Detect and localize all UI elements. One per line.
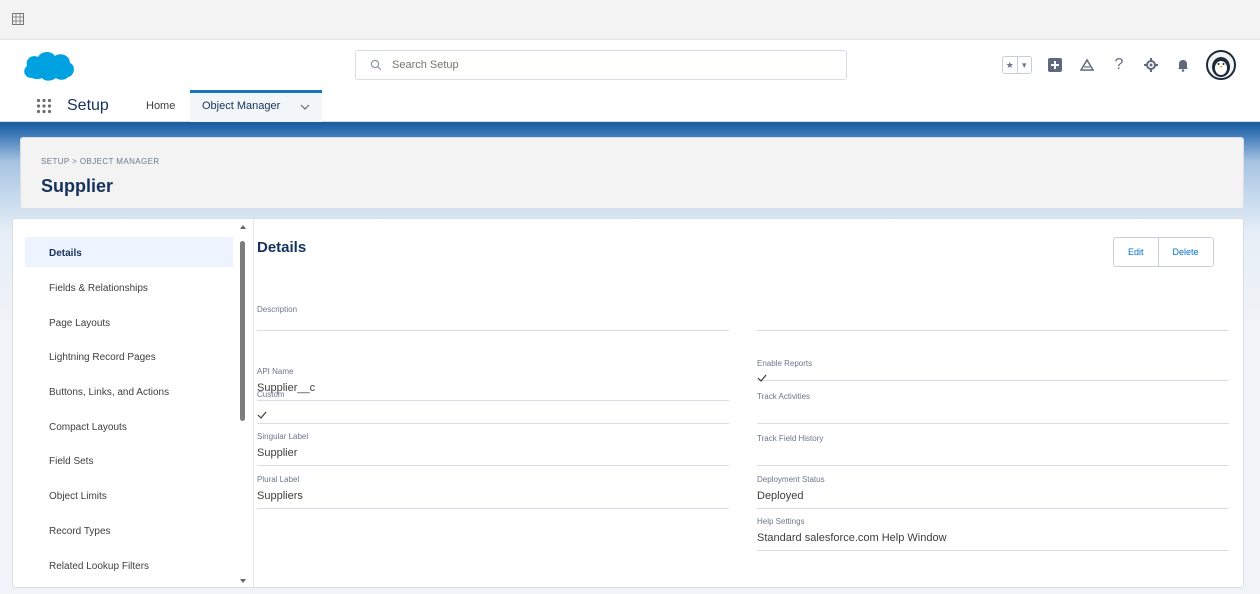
sidebar-item-related-lookup-filters[interactable]: Related Lookup Filters xyxy=(25,550,233,580)
search-input[interactable] xyxy=(392,56,832,74)
tab-home[interactable]: Home xyxy=(146,100,175,112)
avatar[interactable] xyxy=(1206,50,1236,80)
search-box[interactable] xyxy=(355,50,847,80)
field-description-right xyxy=(757,293,1229,331)
field-label: Deployment Status xyxy=(757,475,825,484)
checkmark-icon xyxy=(757,374,767,382)
global-actions-icon[interactable] xyxy=(1046,56,1064,74)
details-title: Details xyxy=(257,239,307,256)
sidebar-item-fields-relationships[interactable]: Fields & Relationships xyxy=(25,272,233,302)
star-icon[interactable]: ★ xyxy=(1003,57,1017,73)
edit-button[interactable]: Edit xyxy=(1114,238,1158,266)
page-header: SETUP > OBJECT MANAGER Supplier xyxy=(20,137,1244,209)
field-label: Plural Label xyxy=(257,475,300,484)
field-label: Track Activities xyxy=(757,392,811,401)
field-label: Enable Reports xyxy=(757,359,813,368)
field-value: Standard salesforce.com Help Window xyxy=(757,532,947,544)
field-label: Description xyxy=(257,305,298,314)
window-grid-icon[interactable] xyxy=(12,13,24,25)
chevron-down-icon[interactable] xyxy=(300,103,310,111)
sidebar-item-object-limits[interactable]: Object Limits xyxy=(25,480,233,510)
breadcrumb[interactable]: SETUP > OBJECT MANAGER xyxy=(41,157,160,166)
sidebar-scrollbar[interactable] xyxy=(239,225,247,585)
global-header: ★ ▾ ? xyxy=(0,40,1260,90)
scroll-up-icon[interactable] xyxy=(240,225,246,229)
scroll-down-icon[interactable] xyxy=(240,579,246,583)
field-value: Deployed xyxy=(757,490,804,502)
window-strip xyxy=(0,0,1260,40)
field-plural-label: Plural Label Suppliers xyxy=(257,471,729,509)
scrollbar-thumb[interactable] xyxy=(240,241,245,421)
salesforce-cloud-logo[interactable] xyxy=(20,48,76,84)
field-custom: Custom xyxy=(257,386,729,424)
delete-button[interactable]: Delete xyxy=(1157,238,1213,266)
field-value: Supplier xyxy=(257,447,298,459)
tab-object-manager[interactable]: Object Manager xyxy=(190,90,322,122)
field-label: Track Field History xyxy=(757,434,824,443)
favorites-button-group[interactable]: ★ ▾ xyxy=(1002,56,1032,74)
gear-icon[interactable] xyxy=(1142,56,1160,74)
field-track-field-history: Track Field History xyxy=(757,428,1229,466)
field-deployment-status: Deployment Status Deployed xyxy=(757,471,1229,509)
sidebar-item-field-sets[interactable]: Field Sets xyxy=(25,445,233,475)
sidebar-divider xyxy=(253,219,254,587)
sidebar-item-lightning-record-pages[interactable]: Lightning Record Pages xyxy=(25,341,233,371)
field-enable-reports: Enable Reports xyxy=(757,343,1229,382)
sidebar-item-buttons-links-actions[interactable]: Buttons, Links, and Actions xyxy=(25,376,233,406)
field-singular-label: Singular Label Supplier xyxy=(257,428,729,466)
tab-object-manager-label: Object Manager xyxy=(202,100,281,112)
context-nav: Setup Home Object Manager xyxy=(0,90,1260,122)
field-label: Help Settings xyxy=(757,517,805,526)
field-track-activities: Track Activities xyxy=(757,386,1229,424)
sidebar-item-compact-layouts[interactable]: Compact Layouts xyxy=(25,411,233,441)
help-icon[interactable]: ? xyxy=(1110,56,1128,74)
field-description: Description xyxy=(257,293,729,331)
page-title: Supplier xyxy=(41,176,114,196)
field-label: API Name xyxy=(257,367,294,376)
field-help-settings: Help Settings Standard salesforce.com He… xyxy=(757,513,1229,551)
app-name: Setup xyxy=(67,97,109,114)
app-launcher-icon[interactable] xyxy=(36,98,52,114)
field-value: Suppliers xyxy=(257,490,303,502)
action-button-group: Edit Delete xyxy=(1113,237,1214,267)
sidebar-item-details[interactable]: Details xyxy=(25,237,233,267)
object-sidebar: Details Fields & Relationships Page Layo… xyxy=(13,219,239,587)
checkmark-icon xyxy=(257,411,267,419)
field-label: Custom xyxy=(257,390,285,399)
favorites-dropdown-icon[interactable]: ▾ xyxy=(1016,57,1032,73)
main-card: Details Fields & Relationships Page Layo… xyxy=(12,218,1244,588)
field-label: Singular Label xyxy=(257,432,309,441)
header-icons: ★ ▾ ? xyxy=(1002,50,1236,80)
trailhead-icon[interactable] xyxy=(1078,56,1096,74)
sidebar-item-record-types[interactable]: Record Types xyxy=(25,515,233,545)
sidebar-item-page-layouts[interactable]: Page Layouts xyxy=(25,307,233,337)
search-icon xyxy=(370,59,382,71)
bell-icon[interactable] xyxy=(1174,56,1192,74)
